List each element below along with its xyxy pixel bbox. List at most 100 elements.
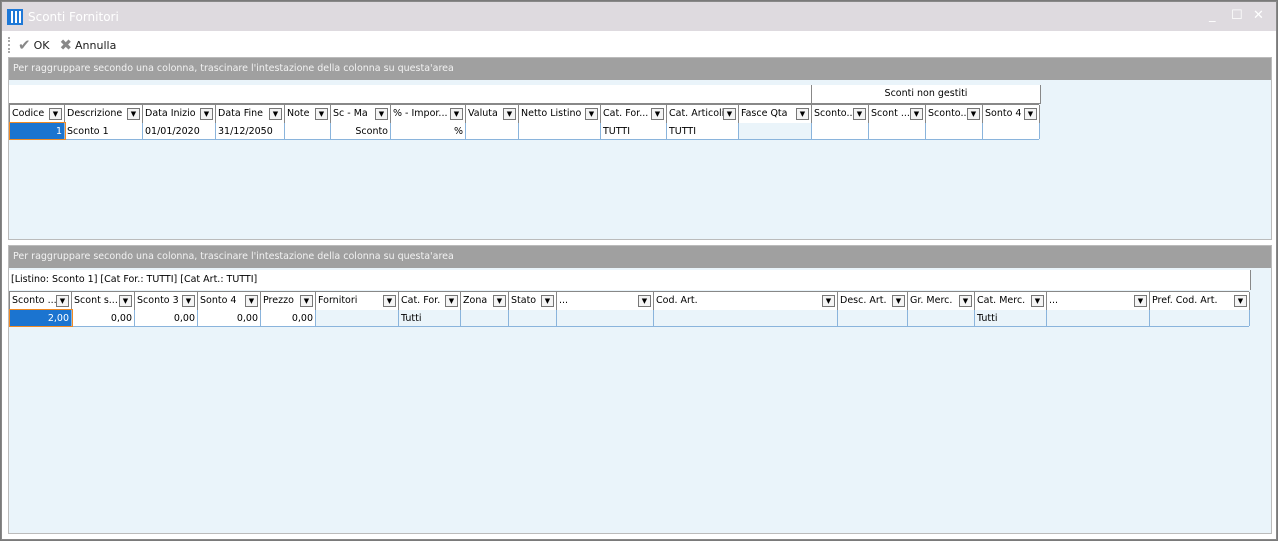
column-header[interactable]: % - Impor... ▼ bbox=[391, 105, 466, 124]
filter-dropdown-icon[interactable]: ▼ bbox=[182, 295, 195, 307]
table-cell[interactable] bbox=[1047, 310, 1150, 326]
table-cell[interactable] bbox=[654, 310, 838, 326]
table-cell[interactable] bbox=[926, 123, 983, 139]
filter-dropdown-icon[interactable]: ▼ bbox=[56, 295, 69, 307]
table-cell[interactable] bbox=[739, 123, 812, 139]
column-header[interactable]: Zona ▼ bbox=[461, 292, 509, 311]
table-cell[interactable]: 0,00 bbox=[72, 310, 135, 326]
column-header[interactable]: Valuta ▼ bbox=[466, 105, 519, 124]
cancel-button[interactable]: ✖ Annulla bbox=[59, 36, 116, 54]
column-header[interactable]: Cat. For. ▼ bbox=[399, 292, 461, 311]
filter-dropdown-icon[interactable]: ▼ bbox=[651, 108, 664, 120]
filter-dropdown-icon[interactable]: ▼ bbox=[503, 108, 516, 120]
column-header[interactable]: Gr. Merc. ▼ bbox=[908, 292, 975, 311]
table-cell[interactable] bbox=[466, 123, 519, 139]
column-header[interactable]: Sconto ... ▼ bbox=[10, 292, 72, 311]
filter-dropdown-icon[interactable]: ▼ bbox=[853, 108, 866, 120]
column-header[interactable]: ... ▼ bbox=[1047, 292, 1150, 311]
column-header[interactable]: Sc - Ma ▼ bbox=[331, 105, 391, 124]
table-cell[interactable]: 0,00 bbox=[135, 310, 198, 326]
column-header[interactable]: Scont ... ▼ bbox=[869, 105, 926, 124]
column-header[interactable]: Cat. Articoli ▼ bbox=[667, 105, 739, 124]
column-header[interactable]: Pref. Cod. Art. ▼ bbox=[1150, 292, 1250, 311]
filter-dropdown-icon[interactable]: ▼ bbox=[119, 295, 132, 307]
column-header[interactable]: Sconto 3 ▼ bbox=[135, 292, 198, 311]
column-header[interactable]: Sonto 4 ▼ bbox=[983, 105, 1040, 124]
filter-dropdown-icon[interactable]: ▼ bbox=[892, 295, 905, 307]
table-cell[interactable]: Tutti bbox=[975, 310, 1047, 326]
filter-dropdown-icon[interactable]: ▼ bbox=[127, 108, 140, 120]
column-header[interactable]: ... ▼ bbox=[557, 292, 654, 311]
table-cell[interactable]: % bbox=[391, 123, 466, 139]
filter-dropdown-icon[interactable]: ▼ bbox=[638, 295, 651, 307]
table-cell[interactable] bbox=[557, 310, 654, 326]
table-cell[interactable] bbox=[838, 310, 908, 326]
column-header[interactable]: Descrizione ▼ bbox=[65, 105, 143, 124]
column-header[interactable]: Desc. Art. ▼ bbox=[838, 292, 908, 311]
table-cell[interactable]: Sconto bbox=[331, 123, 391, 139]
minimize-button[interactable]: _ bbox=[1209, 8, 1216, 23]
column-header[interactable]: Cat. For... ▼ bbox=[601, 105, 667, 124]
table-cell[interactable]: 1 bbox=[9, 122, 66, 140]
filter-dropdown-icon[interactable]: ▼ bbox=[541, 295, 554, 307]
table-cell[interactable] bbox=[908, 310, 975, 326]
column-header[interactable]: Note ▼ bbox=[285, 105, 331, 124]
column-header[interactable]: Netto Listino ▼ bbox=[519, 105, 601, 124]
table-cell[interactable] bbox=[983, 123, 1040, 139]
filter-dropdown-icon[interactable]: ▼ bbox=[493, 295, 506, 307]
filter-dropdown-icon[interactable]: ▼ bbox=[49, 108, 62, 120]
column-header[interactable]: Sconto... ▼ bbox=[812, 105, 869, 124]
table-cell[interactable] bbox=[509, 310, 557, 326]
column-header[interactable]: Prezzo ▼ bbox=[261, 292, 316, 311]
filter-dropdown-icon[interactable]: ▼ bbox=[1031, 295, 1044, 307]
table-cell[interactable] bbox=[1150, 310, 1250, 326]
column-header[interactable]: Scont s... ▼ bbox=[72, 292, 135, 311]
table-cell[interactable]: TUTTI bbox=[667, 123, 739, 139]
group-by-area[interactable]: Per raggruppare secondo una colonna, tra… bbox=[9, 58, 1271, 80]
table-cell[interactable]: Tutti bbox=[399, 310, 461, 326]
filter-dropdown-icon[interactable]: ▼ bbox=[450, 108, 463, 120]
filter-dropdown-icon[interactable]: ▼ bbox=[300, 295, 313, 307]
table-cell[interactable] bbox=[869, 123, 926, 139]
column-header[interactable]: Cat. Merc. ▼ bbox=[975, 292, 1047, 311]
table-cell[interactable]: 0,00 bbox=[261, 310, 316, 326]
filter-dropdown-icon[interactable]: ▼ bbox=[245, 295, 258, 307]
toolbar-grip[interactable] bbox=[8, 37, 10, 53]
ok-button[interactable]: ✔ OK bbox=[18, 36, 49, 54]
table-row[interactable]: 1 Sconto 1 01/01/2020 31/12/2050 Sconto% TUTT… bbox=[9, 122, 1040, 140]
table-cell[interactable] bbox=[285, 123, 331, 139]
filter-dropdown-icon[interactable]: ▼ bbox=[585, 108, 598, 120]
close-button[interactable]: ✕ bbox=[1253, 8, 1264, 23]
column-header[interactable]: Fasce Qta ▼ bbox=[739, 105, 812, 124]
table-cell[interactable]: 01/01/2020 bbox=[143, 123, 216, 139]
filter-dropdown-icon[interactable]: ▼ bbox=[315, 108, 328, 120]
filter-dropdown-icon[interactable]: ▼ bbox=[967, 108, 980, 120]
filter-dropdown-icon[interactable]: ▼ bbox=[910, 108, 923, 120]
table-cell[interactable] bbox=[519, 123, 601, 139]
filter-dropdown-icon[interactable]: ▼ bbox=[383, 295, 396, 307]
table-cell[interactable]: 2,00 bbox=[9, 309, 73, 327]
table-row[interactable]: 2,00 0,00 0,00 0,00 0,00 Tutti Tutti bbox=[9, 309, 1250, 327]
table-cell[interactable] bbox=[812, 123, 869, 139]
filter-dropdown-icon[interactable]: ▼ bbox=[445, 295, 458, 307]
column-header[interactable]: Fornitori ▼ bbox=[316, 292, 399, 311]
filter-dropdown-icon[interactable]: ▼ bbox=[1134, 295, 1147, 307]
column-header[interactable]: Sonto 4 ▼ bbox=[198, 292, 261, 311]
filter-dropdown-icon[interactable]: ▼ bbox=[375, 108, 388, 120]
filter-dropdown-icon[interactable]: ▼ bbox=[200, 108, 213, 120]
filter-dropdown-icon[interactable]: ▼ bbox=[959, 295, 972, 307]
column-header[interactable]: Codice ▼ bbox=[10, 105, 65, 124]
maximize-button[interactable]: ☐ bbox=[1231, 8, 1243, 23]
filter-dropdown-icon[interactable]: ▼ bbox=[822, 295, 835, 307]
filter-dropdown-icon[interactable]: ▼ bbox=[269, 108, 282, 120]
table-cell[interactable] bbox=[316, 310, 399, 326]
filter-dropdown-icon[interactable]: ▼ bbox=[1024, 108, 1037, 120]
table-cell[interactable]: 31/12/2050 bbox=[216, 123, 285, 139]
column-header[interactable]: Cod. Art. ▼ bbox=[654, 292, 838, 311]
column-header[interactable]: Stato ▼ bbox=[509, 292, 557, 311]
table-cell[interactable]: Sconto 1 bbox=[65, 123, 143, 139]
filter-dropdown-icon[interactable]: ▼ bbox=[1234, 295, 1247, 307]
column-header[interactable]: Data Fine ▼ bbox=[216, 105, 285, 124]
table-cell[interactable] bbox=[461, 310, 509, 326]
filter-dropdown-icon[interactable]: ▼ bbox=[723, 108, 736, 120]
